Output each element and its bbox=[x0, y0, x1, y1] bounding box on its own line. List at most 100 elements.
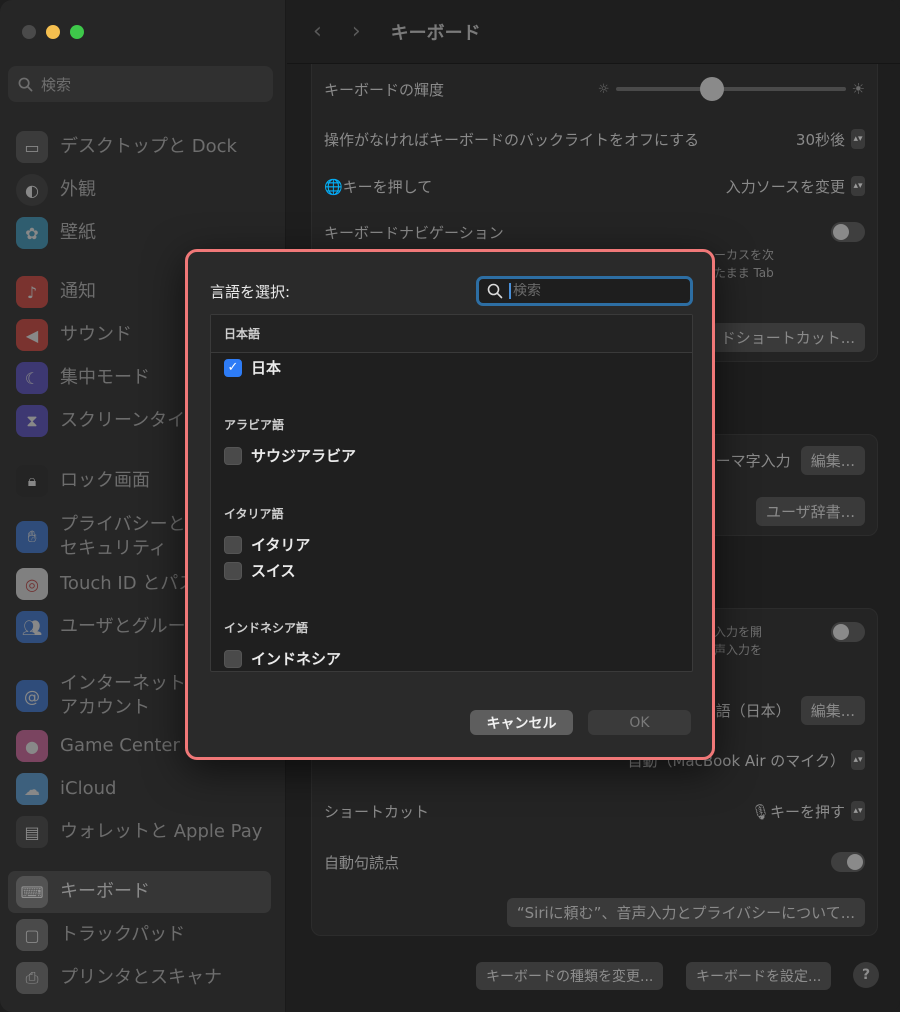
user-dictionary-button[interactable]: ユーザ辞書... bbox=[755, 496, 865, 526]
brightness-high-icon: ☀ bbox=[851, 80, 865, 98]
keyboard-shortcuts-button[interactable]: ドショートカット... bbox=[710, 322, 865, 352]
navigation-toggle[interactable] bbox=[831, 222, 865, 242]
siri-privacy-button[interactable]: “Siriに頼む”、音声入力とプライバシーについて... bbox=[506, 897, 865, 927]
siri-privacy-row: “Siriに頼む”、音声入力とプライバシーについて... bbox=[324, 897, 865, 927]
sidebar-item-label: Game Center bbox=[60, 734, 180, 756]
page-title: キーボード bbox=[390, 22, 481, 44]
speaker-icon: ◀ bbox=[16, 319, 48, 351]
romaji-label: ーマ字入力 bbox=[715, 451, 791, 470]
sidebar-item-label: 通知 bbox=[60, 280, 96, 302]
sidebar-item-label: ユーザとグループ bbox=[60, 615, 203, 637]
dialog-search-input[interactable] bbox=[509, 283, 679, 299]
globe-key-popup[interactable]: 入力ソースを変更 ▴▾ bbox=[726, 176, 865, 197]
language-item-saudi[interactable]: サウジアラビア bbox=[224, 445, 356, 466]
wallet-icon: ▤ bbox=[16, 816, 48, 848]
at-icon: @ bbox=[16, 680, 48, 712]
dictation-toggle[interactable] bbox=[831, 622, 865, 642]
auto-punct-toggle[interactable] bbox=[831, 852, 865, 872]
setup-keyboard-button[interactable]: キーボードを設定... bbox=[686, 962, 832, 990]
ok-button[interactable]: OK bbox=[588, 710, 691, 735]
auto-punct-row: 自動句読点 bbox=[324, 849, 865, 875]
language-select-dialog: 言語を選択: 日本語 ✓ 日本 アラビア語 サウジアラビア イタリア語 イタリア bbox=[185, 249, 715, 760]
checkbox-icon[interactable] bbox=[224, 446, 242, 465]
language-list[interactable]: 日本語 ✓ 日本 アラビア語 サウジアラビア イタリア語 イタリア スイス イン… bbox=[210, 314, 693, 672]
backlight-off-popup[interactable]: 30秒後 ▴▾ bbox=[796, 129, 865, 150]
sidebar-item-label: インターネットアカウント bbox=[60, 672, 186, 718]
sidebar-item-trackpad[interactable]: ▢ トラックパッド bbox=[8, 914, 271, 956]
group-header-indonesian: インドネシア語 bbox=[224, 621, 309, 635]
popup-chevron-icon: ▴▾ bbox=[851, 176, 865, 196]
sidebar-item-label: サウンド bbox=[60, 323, 132, 345]
brightness-low-icon: ☼ bbox=[597, 81, 610, 97]
language-item-label: サウジアラビア bbox=[251, 447, 357, 465]
sidebar-item-wallpaper[interactable]: ✿ 壁紙 bbox=[8, 212, 271, 254]
search-icon bbox=[18, 77, 33, 91]
sidebar-search-field[interactable]: 検索 bbox=[8, 66, 273, 102]
close-button[interactable] bbox=[22, 25, 36, 39]
brightness-slider[interactable] bbox=[615, 77, 846, 101]
language-item-label: 日本 bbox=[251, 359, 282, 377]
checkbox-icon[interactable] bbox=[224, 535, 242, 554]
hourglass-icon: ⧗ bbox=[16, 405, 48, 437]
trackpad-icon: ▢ bbox=[16, 919, 48, 951]
sidebar-item-wallet[interactable]: ▤ ウォレットと Apple Pay bbox=[8, 811, 271, 853]
checkbox-icon[interactable] bbox=[224, 561, 242, 580]
navigation-label: キーボードナビゲーション bbox=[324, 223, 504, 242]
forward-arrow-icon[interactable]: › bbox=[352, 19, 361, 44]
shortcut-row: ショートカット 🎙キーを押す ▴▾ bbox=[324, 798, 865, 824]
shortcut-popup[interactable]: 🎙キーを押す ▴▾ bbox=[751, 801, 865, 822]
minimize-button[interactable] bbox=[46, 25, 60, 39]
edit-input-sources-button[interactable]: 編集... bbox=[800, 445, 865, 475]
brightness-slider-knob[interactable] bbox=[700, 77, 725, 101]
dialog-label: 言語を選択: bbox=[210, 283, 291, 301]
toolbar: ‹ › キーボード bbox=[287, 0, 900, 64]
language-item-label: スイス bbox=[251, 562, 296, 580]
globe-key-row: 🌐キーを押して 入力ソースを変更 ▴▾ bbox=[324, 173, 865, 199]
language-item-label: インドネシア bbox=[251, 650, 342, 668]
sidebar-item-icloud[interactable]: ☁ iCloud bbox=[8, 768, 271, 810]
sidebar-item-label: 壁紙 bbox=[60, 221, 96, 243]
language-item-japan[interactable]: ✓ 日本 bbox=[224, 357, 281, 378]
zoom-button[interactable] bbox=[70, 25, 84, 39]
navigation-desc-line: ーカスを次 bbox=[714, 248, 775, 262]
globe-key-label: 🌐キーを押して bbox=[324, 177, 433, 196]
auto-punct-label: 自動句読点 bbox=[324, 853, 400, 872]
appearance-icon: ◐ bbox=[16, 174, 48, 206]
sidebar-item-label: iCloud bbox=[60, 777, 117, 799]
change-keyboard-type-button[interactable]: キーボードの種類を変更... bbox=[476, 962, 664, 990]
sidebar-item-keyboard[interactable]: ⌨ キーボード bbox=[8, 871, 271, 913]
navigation-description: ーカスを次 たまま Tab bbox=[714, 246, 774, 282]
backlight-off-label: 操作がなければキーボードのバックライトをオフにする bbox=[324, 130, 700, 149]
sidebar-item-label: スクリーンタイム bbox=[60, 409, 203, 431]
language-item-italy[interactable]: イタリア bbox=[224, 534, 310, 555]
lock-icon: 🔒︎ bbox=[16, 465, 48, 497]
sidebar-item-label: デスクトップと Dock bbox=[60, 135, 237, 157]
backlight-off-value: 30秒後 bbox=[795, 130, 845, 149]
dialog-search-field[interactable] bbox=[476, 276, 693, 306]
users-icon: 👥︎ bbox=[16, 611, 48, 643]
popup-chevron-icon: ▴▾ bbox=[851, 129, 865, 149]
back-arrow-icon[interactable]: ‹ bbox=[313, 19, 322, 44]
printer-icon: ⎙ bbox=[16, 962, 48, 994]
edit-languages-button[interactable]: 編集... bbox=[800, 695, 865, 725]
sidebar-item-label: トラックパッド bbox=[60, 923, 186, 945]
language-item-swiss[interactable]: スイス bbox=[224, 560, 296, 581]
help-button[interactable]: ? bbox=[853, 962, 879, 988]
shortcut-value: 🎙キーを押す bbox=[750, 802, 845, 821]
sidebar-item-label: キーボード bbox=[60, 880, 150, 902]
language-item-indonesia[interactable]: インドネシア bbox=[224, 648, 341, 669]
group-header-arabic: アラビア語 bbox=[224, 418, 285, 432]
window-controls bbox=[22, 25, 84, 39]
sidebar-item-appearance[interactable]: ◐ 外観 bbox=[8, 169, 271, 211]
sidebar-item-printers[interactable]: ⎙ プリンタとスキャナ bbox=[8, 957, 271, 999]
sidebar-item-label: 外観 bbox=[60, 178, 96, 200]
language-item-label: イタリア bbox=[251, 536, 311, 554]
sidebar-item-desktop-dock[interactable]: ▭ デスクトップと Dock bbox=[8, 126, 271, 168]
keyboard-icon: ⌨ bbox=[16, 876, 48, 908]
checkbox-checked-icon[interactable]: ✓ bbox=[224, 358, 242, 377]
globe-key-value: 入力ソースを変更 bbox=[725, 177, 845, 196]
list-section-header: 日本語 bbox=[211, 315, 692, 353]
dock-icon: ▭ bbox=[16, 131, 48, 163]
cancel-button[interactable]: キャンセル bbox=[470, 710, 573, 735]
checkbox-icon[interactable] bbox=[224, 649, 242, 668]
